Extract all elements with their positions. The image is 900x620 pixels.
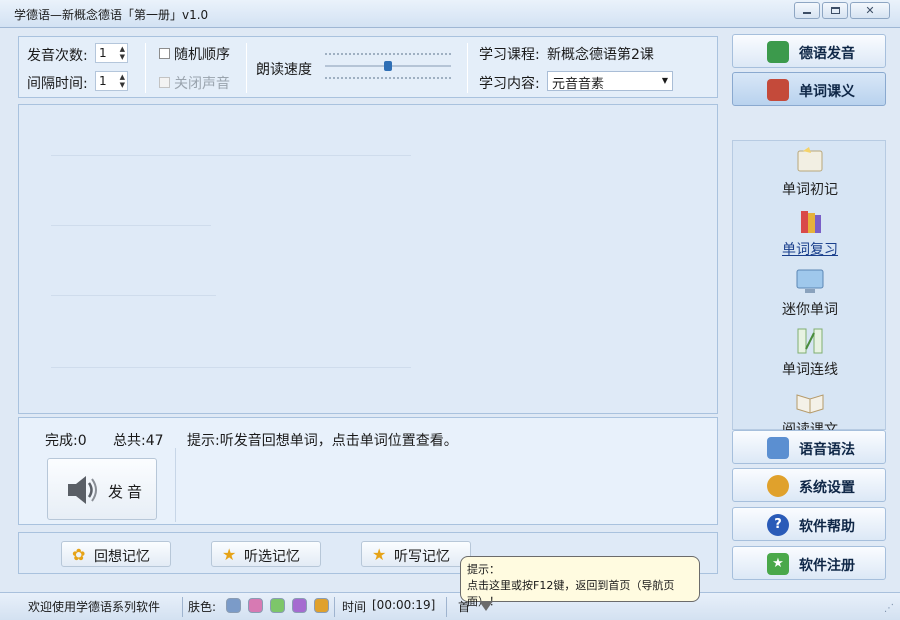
nav-german-pronunciation[interactable]: 德语发音 xyxy=(732,34,886,68)
listen-choose-memory-button[interactable]: ★ 听选记忆 xyxy=(211,541,321,567)
time-value: [00:00:19] xyxy=(372,598,436,612)
speaker-icon xyxy=(68,476,97,504)
divider xyxy=(145,43,146,93)
tooltip-tail xyxy=(479,601,493,611)
nav-software-help[interactable]: ? 软件帮助 xyxy=(732,507,886,541)
repeat-label: 发音次数: xyxy=(27,48,88,64)
close-button[interactable]: ✕ xyxy=(850,2,890,19)
content-label: 学习内容: xyxy=(479,76,540,92)
book-icon xyxy=(767,41,789,63)
spin-arrows-icon[interactable]: ▲ ▼ xyxy=(120,45,125,61)
mute-checkbox[interactable] xyxy=(159,77,170,88)
done-value: 0 xyxy=(77,433,87,449)
skin-label: 肤色: xyxy=(188,600,217,614)
minimize-button[interactable] xyxy=(794,2,820,19)
slider-ticks xyxy=(325,53,451,55)
main-area: 发音次数: 1 ▲ ▼ 间隔时间: 1 ▲ ▼ 随机顺序 关闭声音 朗读速度 学习课… xyxy=(10,32,722,587)
star-icon: ★ xyxy=(372,545,387,564)
maximize-button[interactable] xyxy=(822,2,848,19)
interval-value: 1 xyxy=(99,74,107,88)
chevron-down-icon[interactable]: ▼ xyxy=(662,76,668,85)
nav-phonetics-grammar[interactable]: 语音语法 xyxy=(732,430,886,464)
nav-software-register[interactable]: ★ 软件注册 xyxy=(732,546,886,580)
repeat-stepper[interactable]: 1 ▲ ▼ xyxy=(95,43,128,63)
monitor-icon xyxy=(796,269,824,293)
open-book-icon xyxy=(796,394,824,414)
done-label: 完成:0 xyxy=(45,433,87,449)
close-icon: ✕ xyxy=(865,4,875,17)
divider xyxy=(246,43,247,93)
skin-swatch-orange[interactable] xyxy=(314,598,329,613)
divider xyxy=(446,597,447,617)
connect-lines-icon xyxy=(797,328,823,354)
content-select[interactable]: 元音音素 ▼ xyxy=(547,71,673,92)
slider-ticks xyxy=(325,77,451,79)
divider xyxy=(175,448,176,522)
maximize-icon xyxy=(830,7,840,14)
interval-stepper[interactable]: 1 ▲ ▼ xyxy=(95,71,128,91)
title-bar: 学德语—新概念德语「第一册」v1.0 ✕ xyxy=(0,0,900,28)
course-value: 新概念德语第2课 xyxy=(547,47,654,63)
word-slot[interactable] xyxy=(51,155,411,156)
books-icon xyxy=(801,211,821,233)
resize-grip-icon[interactable]: ⋰ xyxy=(884,603,894,614)
random-order-label: 随机顺序 xyxy=(174,47,230,63)
repeat-value: 1 xyxy=(99,46,107,60)
speed-slider[interactable] xyxy=(325,47,451,87)
skin-swatch-green[interactable] xyxy=(270,598,285,613)
word-board[interactable] xyxy=(18,104,718,414)
dictation-memory-button[interactable]: ★ 听写记忆 xyxy=(361,541,471,567)
play-label: 发音 xyxy=(108,483,147,501)
welcome-text: 欢迎使用学德语系列软件 xyxy=(28,600,161,614)
sub-word-matching[interactable]: 单词连线 xyxy=(733,323,887,383)
sub-word-review[interactable]: 单词复习 xyxy=(733,203,887,263)
skin-swatch-blue[interactable] xyxy=(226,598,241,613)
star-icon: ★ xyxy=(222,545,237,564)
total-label: 总共:47 xyxy=(113,433,164,449)
recall-memory-button[interactable]: ✿ 回想记忆 xyxy=(61,541,171,567)
star-icon: ✿ xyxy=(72,545,86,564)
status-bar: 欢迎使用学德语系列软件 肤色: 时间 [00:00:19] 首 ⋰ xyxy=(0,592,900,620)
control-panel: 发音次数: 1 ▲ ▼ 间隔时间: 1 ▲ ▼ 随机顺序 关闭声音 朗读速度 学习课… xyxy=(18,36,718,98)
sub-mini-words[interactable]: 迷你单词 xyxy=(733,263,887,323)
minimize-icon xyxy=(803,12,811,14)
window-controls: ✕ xyxy=(794,2,890,19)
navigation-sidebar: 德语发音 单词课义 单词初记 单词复习 迷你单词 单词连线 阅读课文 语音语法 xyxy=(728,32,890,587)
window-title: 学德语—新概念德语「第一册」v1.0 xyxy=(14,8,209,22)
divider xyxy=(334,597,335,617)
total-value: 47 xyxy=(145,433,164,449)
home-hint-tooltip[interactable]: 提示： 点击这里或按F12键，返回到首页（导航页面）！ xyxy=(460,556,700,611)
mute-label: 关闭声音 xyxy=(174,76,230,92)
skin-swatch-pink[interactable] xyxy=(248,598,263,613)
tooltip-title: 提示： xyxy=(467,563,500,576)
play-sound-button[interactable]: 发音 xyxy=(47,458,157,520)
help-icon: ? xyxy=(767,514,789,536)
time-label: 时间 xyxy=(342,600,367,614)
tooltip-body: 点击这里或按F12键，返回到首页（导航页面）！ xyxy=(467,579,675,608)
gear-icon xyxy=(767,475,789,497)
nav-system-settings[interactable]: 系统设置 xyxy=(732,468,886,502)
star-icon: ★ xyxy=(767,553,789,575)
content-select-value: 元音音素 xyxy=(552,77,605,92)
word-slot[interactable] xyxy=(51,367,411,368)
hint-text: 提示:听发音回想单词，点击单词位置查看。 xyxy=(187,433,458,449)
interval-label: 间隔时间: xyxy=(27,76,88,92)
notebook-icon xyxy=(797,147,823,172)
speed-label: 朗读速度 xyxy=(256,62,312,78)
divider xyxy=(182,597,183,617)
spin-arrows-icon[interactable]: ▲ ▼ xyxy=(120,73,125,89)
vocabulary-submenu: 单词初记 单词复习 迷你单词 单词连线 阅读课文 xyxy=(732,140,887,438)
divider xyxy=(467,43,468,93)
skin-swatch-purple[interactable] xyxy=(292,598,307,613)
progress-panel: 完成:0 总共:47 提示:听发音回想单词，点击单词位置查看。 发音 xyxy=(18,417,718,525)
sub-word-first-learn[interactable]: 单词初记 xyxy=(733,143,887,203)
word-slot[interactable] xyxy=(51,295,216,296)
books-icon xyxy=(767,79,789,101)
nav-vocabulary[interactable]: 单词课义 xyxy=(732,72,886,106)
speaker-icon xyxy=(767,437,789,459)
random-order-checkbox[interactable] xyxy=(159,48,170,59)
slider-thumb[interactable] xyxy=(384,61,392,71)
course-label: 学习课程: xyxy=(479,47,540,63)
word-slot[interactable] xyxy=(51,225,211,226)
